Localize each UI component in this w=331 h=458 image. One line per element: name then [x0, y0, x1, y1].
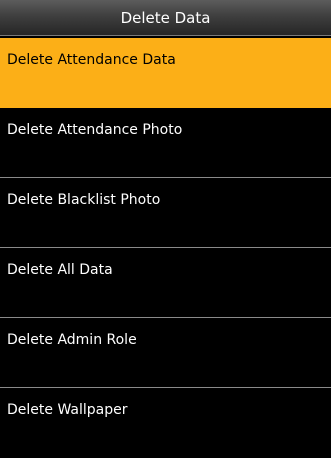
menu-item-delete-attendance-data[interactable]: Delete Attendance Data: [0, 38, 331, 108]
menu-item-label: Delete Admin Role: [7, 332, 137, 348]
menu-item-label: Delete Wallpaper: [7, 402, 128, 418]
menu-item-delete-all-data[interactable]: Delete All Data: [0, 248, 331, 318]
menu-item-delete-admin-role[interactable]: Delete Admin Role: [0, 318, 331, 388]
menu-item-label: Delete Attendance Data: [7, 52, 176, 68]
device-screen: Delete Data Delete Attendance Data Delet…: [0, 0, 331, 458]
menu-item-delete-wallpaper[interactable]: Delete Wallpaper: [0, 388, 331, 458]
menu-item-delete-blacklist-photo[interactable]: Delete Blacklist Photo: [0, 178, 331, 248]
menu-item-label: Delete Blacklist Photo: [7, 192, 161, 208]
menu-item-delete-attendance-photo[interactable]: Delete Attendance Photo: [0, 108, 331, 178]
page-title: Delete Data: [0, 0, 331, 36]
menu-list: Delete Attendance Data Delete Attendance…: [0, 38, 331, 458]
menu-item-label: Delete All Data: [7, 262, 113, 278]
menu-item-label: Delete Attendance Photo: [7, 122, 183, 138]
